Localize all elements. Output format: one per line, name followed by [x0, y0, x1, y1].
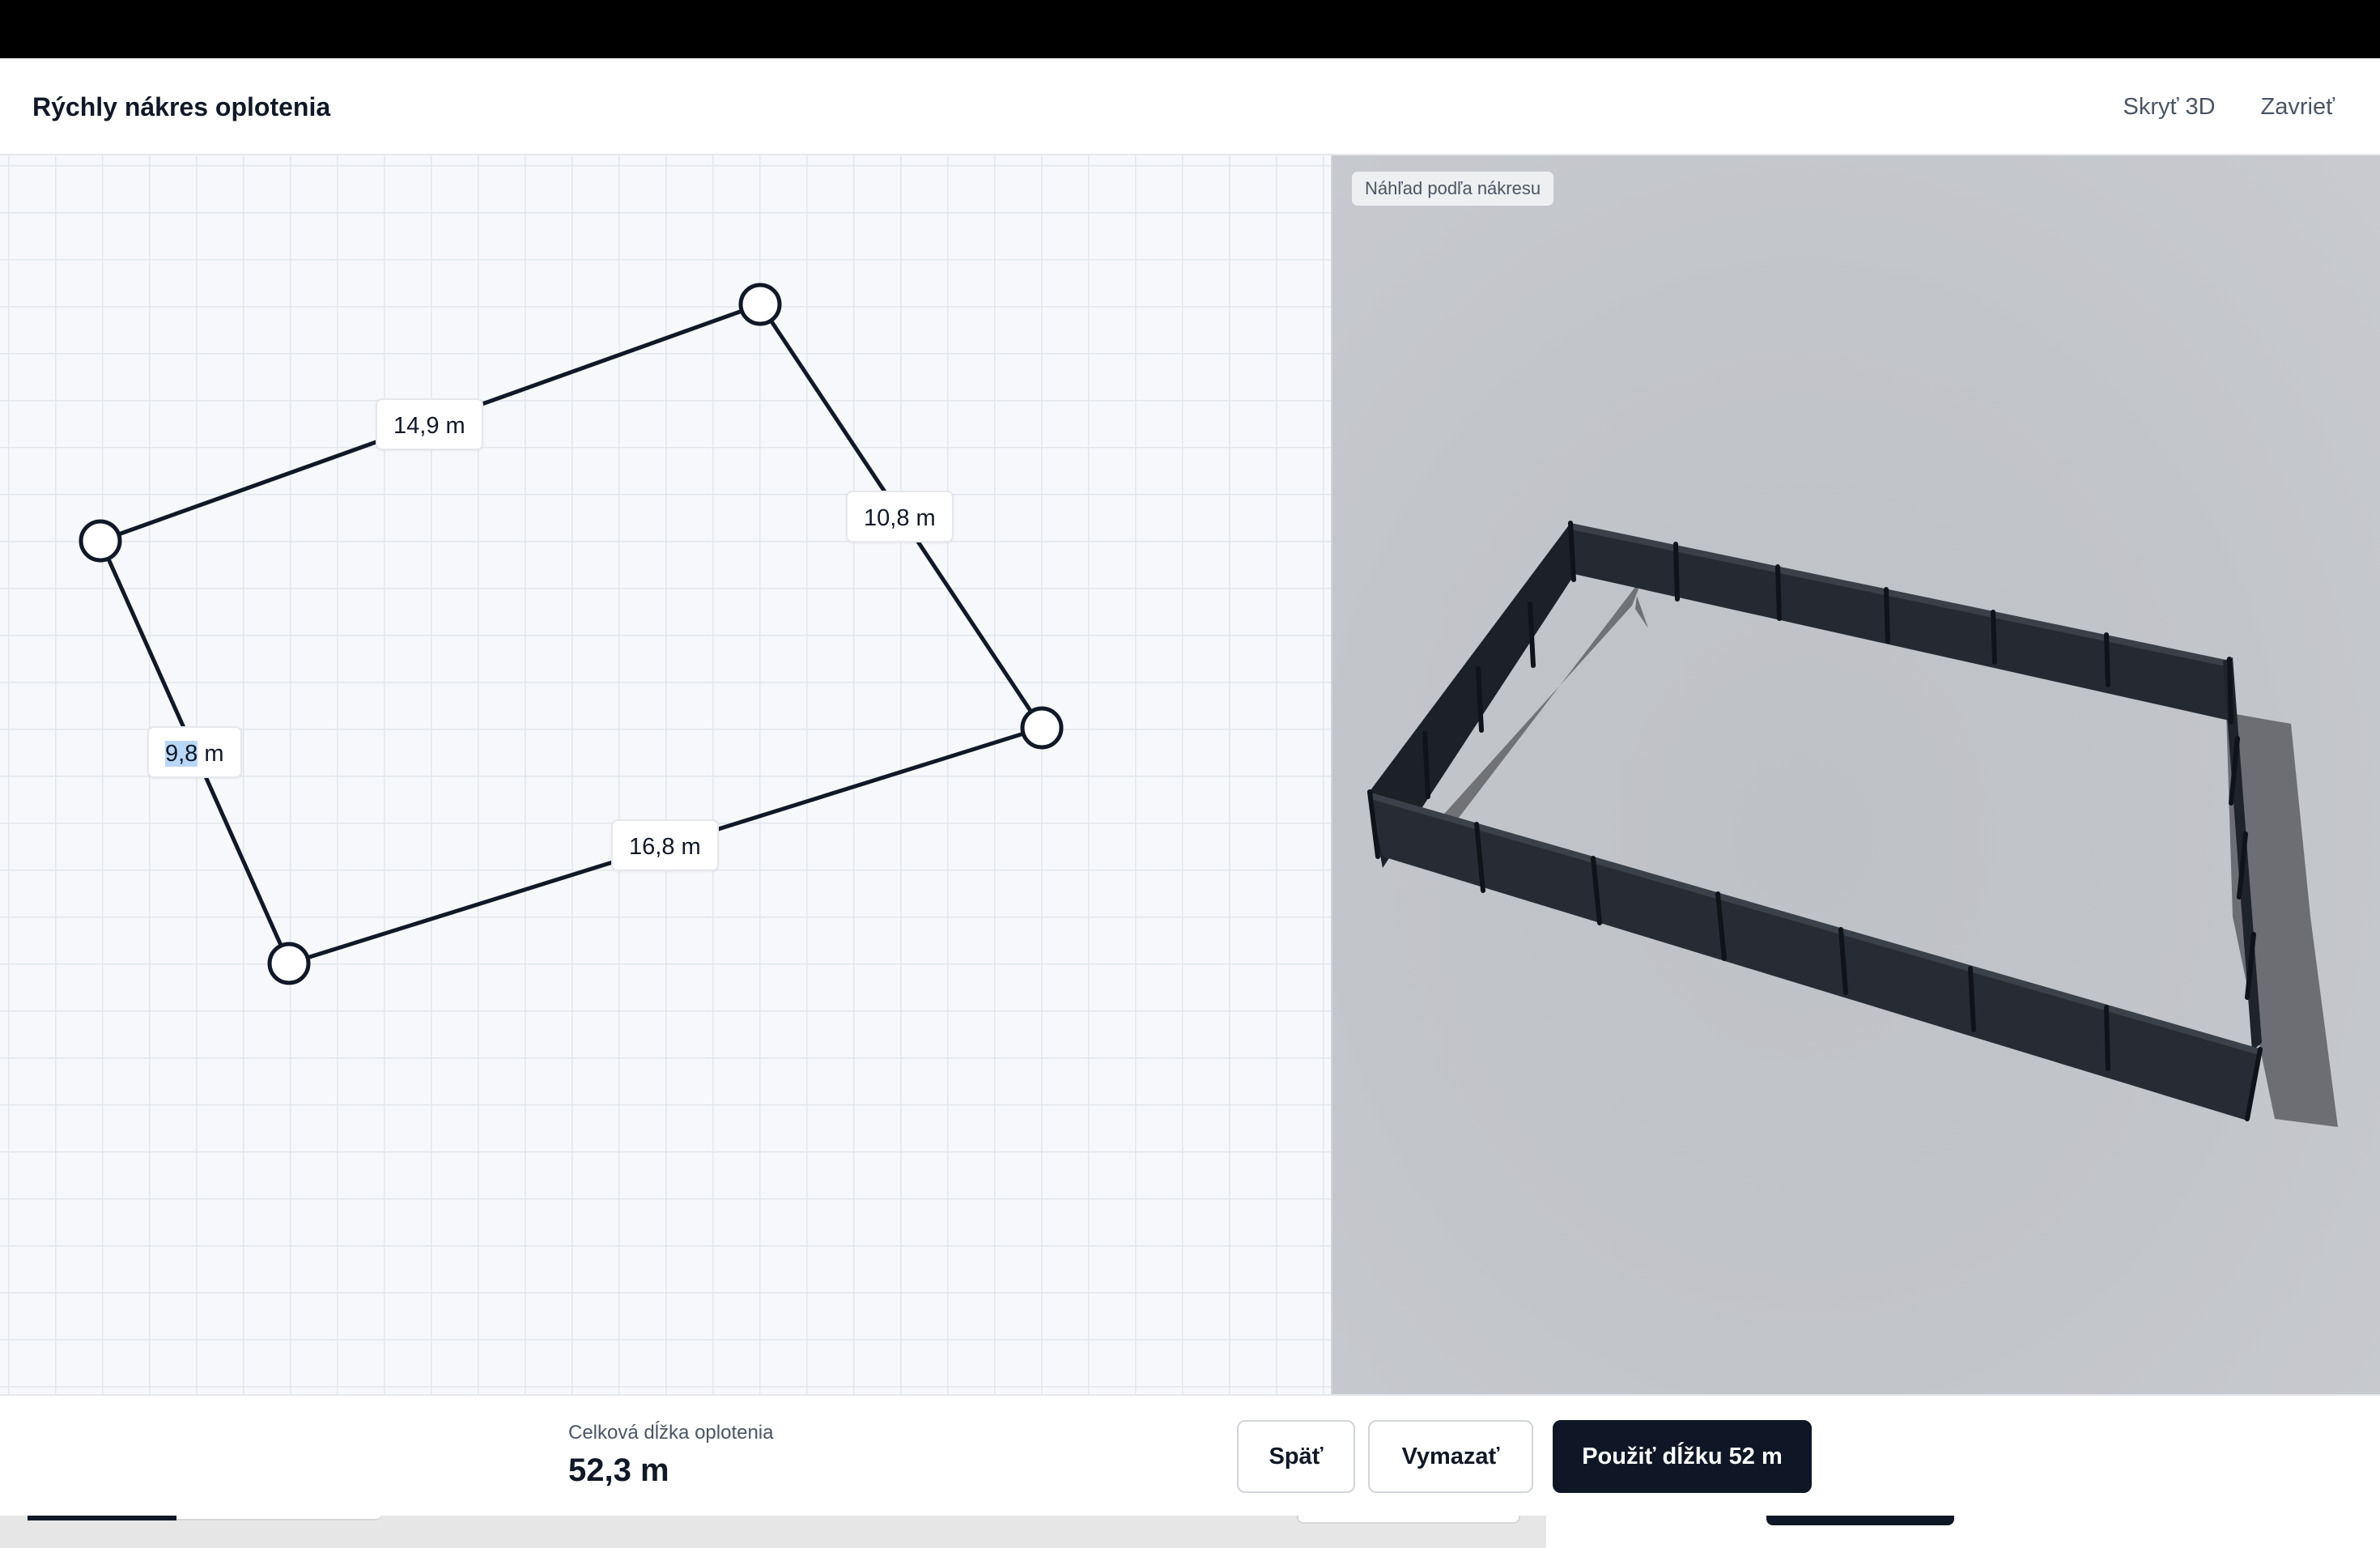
segment-length-text: 16,8 m — [629, 834, 701, 860]
fence-3d-render — [1367, 521, 2338, 1127]
segment-length-label[interactable]: 16,8 m — [611, 819, 719, 871]
segment-length-label[interactable]: 10,8 m — [846, 491, 954, 542]
vertex-handle[interactable] — [738, 283, 782, 326]
3d-preview-panel[interactable]: Náhľad podľa nákresu — [1332, 155, 2380, 1394]
fence-shadow — [1635, 596, 1648, 628]
footer-bar: Celková dĺžka oplotenia 52,3 m Späť Vyma… — [0, 1394, 2380, 1516]
total-length-label: Celková dĺžka oplotenia — [568, 1422, 774, 1444]
fence-wall — [1570, 523, 2229, 721]
dialog-header: Rýchly nákres oplotenia Skryť 3D Zavrieť — [0, 58, 2380, 155]
clear-button[interactable]: Vymazať — [1368, 1420, 1533, 1493]
segment-length-text: m — [198, 741, 224, 767]
header-actions: Skryť 3D Zavrieť — [2123, 58, 2335, 155]
fence-wall — [1368, 792, 2262, 1121]
close-button[interactable]: Zavrieť — [2261, 94, 2335, 121]
underlying-tab — [28, 1516, 176, 1520]
underlying-tab — [176, 1516, 380, 1520]
vertex-handle[interactable] — [267, 942, 311, 985]
drawing-canvas[interactable]: 14,9 m 10,8 m 16,8 m 9,8 m — [0, 155, 1332, 1394]
vertex-handle[interactable] — [79, 519, 122, 563]
system-top-bar — [0, 0, 2380, 58]
underlying-button — [1297, 1516, 1520, 1524]
fence-wall-top — [1368, 792, 2262, 1056]
hide-3d-button[interactable]: Skryť 3D — [2123, 94, 2216, 121]
segment-length-input[interactable]: 9,8 m — [147, 726, 242, 778]
total-length-value: 52,3 m — [568, 1452, 669, 1488]
underlying-page — [0, 1516, 2380, 1548]
segment-length-text: 10,8 m — [864, 505, 936, 531]
vertex-handle[interactable] — [1020, 706, 1064, 750]
dialog-title: Rýchly nákres oplotenia — [32, 92, 331, 121]
back-button[interactable]: Späť — [1237, 1420, 1355, 1493]
apply-length-button[interactable]: Použiť dĺžku 52 m — [1553, 1420, 1812, 1493]
preview-badge: Náhľad podľa nákresu — [1352, 172, 1554, 206]
underlying-button — [1766, 1516, 1954, 1525]
segment-length-label[interactable]: 14,9 m — [376, 398, 483, 450]
segment-length-text: 14,9 m — [393, 413, 465, 439]
fence-polygon — [98, 302, 1044, 966]
segment-length-selected: 9,8 — [165, 741, 198, 767]
